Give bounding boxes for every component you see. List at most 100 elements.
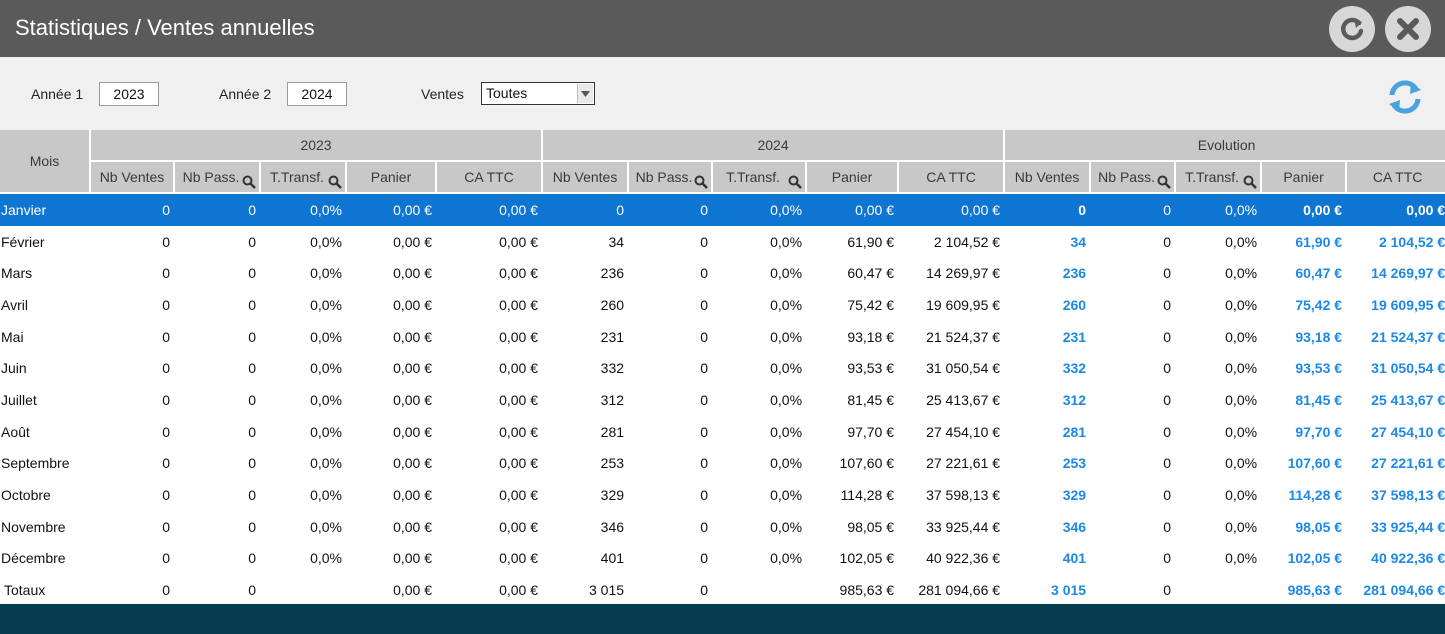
cell-annee1-0: 0 [162,391,170,408]
table-row[interactable]: Juin 0 0 0,0% 0,00 € 0,00 € 332 0 0,0% 93,53 € 31 … [0,352,1445,384]
cell-evolution-0: 34 [1070,233,1087,250]
reload-button[interactable] [1329,6,1375,52]
ventes-select-value: Toutes [486,85,528,101]
col-header-evolution-4[interactable]: CA TTC [1346,161,1445,194]
table-row[interactable]: Novembre 0 0 0,0% 0,00 € 0,00 € 346 0 0,0% 98,05 … [0,511,1445,543]
cell-annee2-4: 27 454,10 € [926,423,1001,440]
cell-annee2-4: 40 922,36 € [926,550,1001,567]
cell-annee1-4: 0,00 € [499,233,539,250]
cell-annee1-4: 0,00 € [499,582,539,599]
col-header-label: CA TTC [926,169,976,185]
table-row[interactable]: Décembre 0 0 0,0% 0,00 € 0,00 € 401 0 0,0% 102,05… [0,543,1445,575]
cell-evolution-4: 27 221,61 € [1371,455,1445,472]
cell-annee1-3: 0,00 € [393,296,432,313]
cell-annee1-4: 0,00 € [499,487,539,504]
cell-annee2-2: 0,0% [770,328,803,345]
col-header-evolution-0[interactable]: Nb Ventes [1004,161,1092,194]
cell-evolution-0: 260 [1062,296,1087,313]
col-header-annee2-3[interactable]: Panier [806,161,900,194]
cell-annee2-1: 0 [700,518,709,535]
cell-mois: Avril [1,296,28,313]
col-header-label: T.Transf. [726,169,780,185]
cell-evolution-1: 0 [1163,423,1172,440]
cell-annee2-3: 97,70 € [847,423,895,440]
col-header-evolution-1[interactable]: Nb Pass. [1090,161,1177,194]
magnifier-icon[interactable] [1243,175,1257,189]
cell-annee2-0: 253 [600,455,625,472]
col-header-annee1-1[interactable]: Nb Pass. [174,161,261,194]
cell-annee1-1: 0 [248,455,256,472]
annee1-input[interactable] [99,82,159,106]
col-header-label: T.Transf. [270,169,324,185]
totals-row[interactable]: Totaux 0 0 0,00 € 0,00 € 3 015 0 985,63 € 281 09… [0,574,1445,606]
cell-evolution-1: 0 [1163,518,1172,535]
cell-annee2-1: 0 [700,328,709,345]
group-header-annee2: 2024 [542,130,1006,162]
close-button[interactable] [1385,6,1431,52]
cell-annee2-0: 231 [600,328,625,345]
cell-annee2-4: 281 094,66 € [918,582,1001,599]
cell-evolution-2: 0,0% [1225,328,1258,345]
cell-evolution-0: 281 [1062,423,1087,440]
cell-mois: Mars [1,265,33,282]
col-header-annee1-0[interactable]: Nb Ventes [90,161,175,194]
table-row[interactable]: Octobre 0 0 0,0% 0,00 € 0,00 € 329 0 0,0% 114,28 … [0,479,1445,511]
cell-evolution-1: 0 [1163,233,1172,250]
col-header-evolution-2[interactable]: T.Transf. [1175,161,1263,194]
annee2-input[interactable] [287,82,347,106]
annee2-label: Année 2 [219,86,272,102]
ventes-select[interactable]: Toutes [481,82,595,105]
cell-annee1-0: 0 [162,360,170,377]
cell-evolution-3: 102,05 € [1287,550,1343,567]
col-header-annee1-2[interactable]: T.Transf. [260,161,347,194]
refresh-icon[interactable] [1385,77,1425,117]
cell-annee2-3: 81,45 € [847,391,895,408]
cell-annee2-2: 0,0% [770,487,803,504]
table-row[interactable]: Mars 0 0 0,0% 0,00 € 0,00 € 236 0 0,0% 60,47 € 14 … [0,257,1445,289]
magnifier-icon[interactable] [328,175,342,189]
cell-annee1-3: 0,00 € [393,455,432,472]
col-header-annee1-3[interactable]: Panier [346,161,437,194]
table-row[interactable]: Septembre 0 0 0,0% 0,00 € 0,00 € 253 0 0,0% 107,6… [0,448,1445,480]
col-header-annee2-4[interactable]: CA TTC [898,161,1006,194]
footer-bar [0,604,1445,634]
cell-evolution-2: 0,0% [1225,360,1258,377]
cell-annee1-1: 0 [248,487,256,504]
table-row[interactable]: Mai 0 0 0,0% 0,00 € 0,00 € 231 0 0,0% 93,18 € 21 5… [0,321,1445,353]
cell-annee2-0: 0 [542,193,629,226]
col-header-annee1-4[interactable]: CA TTC [436,161,544,194]
cell-evolution-0: 329 [1062,487,1087,504]
cell-evolution-4: 19 609,95 € [1371,296,1445,313]
table-row[interactable]: Février 0 0 0,0% 0,00 € 0,00 € 34 0 0,0% 61,90 € 2… [0,226,1445,258]
cell-annee1-1: 0 [248,296,256,313]
cell-annee1-4: 0,00 € [499,360,539,377]
cell-evolution-3: 81,45 € [1295,391,1343,408]
mois-header[interactable]: Mois [0,130,91,194]
magnifier-icon[interactable] [788,175,802,189]
cell-annee2-4: 27 221,61 € [926,455,1001,472]
cell-evolution-2: 0,0% [1225,455,1258,472]
cell-annee1-4: 0,00 € [499,265,539,282]
cell-annee2-3: 985,63 € [839,582,895,599]
col-header-annee2-2[interactable]: T.Transf. [712,161,808,194]
table-row[interactable]: Juillet 0 0 0,0% 0,00 € 0,00 € 312 0 0,0% 81,45 €… [0,384,1445,416]
window-title: Statistiques / Ventes annuelles [15,15,315,40]
cell-annee1-1: 0 [248,550,256,567]
cell-evolution-0: 312 [1062,391,1087,408]
cell-evolution-1: 0 [1090,193,1176,226]
col-header-annee2-1[interactable]: Nb Pass. [628,161,714,194]
cell-annee1-0: 0 [162,423,170,440]
magnifier-icon[interactable] [242,175,256,189]
col-header-annee2-0[interactable]: Nb Ventes [542,161,630,194]
cell-annee1-0: 0 [162,582,170,599]
cell-annee1-3: 0,00 € [393,391,432,408]
cell-annee1-4: 0,00 € [499,518,539,535]
magnifier-icon[interactable] [1157,175,1171,189]
col-header-evolution-3[interactable]: Panier [1261,161,1348,194]
magnifier-icon[interactable] [694,175,708,189]
table-row[interactable]: Août 0 0 0,0% 0,00 € 0,00 € 281 0 0,0% 97,70 € 27 … [0,416,1445,448]
table-row[interactable]: Avril 0 0 0,0% 0,00 € 0,00 € 260 0 0,0% 75,42 € 19… [0,289,1445,321]
cell-evolution-4: 37 598,13 € [1371,487,1445,504]
table-row[interactable]: Janvier 0 0 0,0% 0,00 €0,00 €0 0 0,0% 0,00 €0,0… [0,193,1445,226]
cell-mois: Décembre [1,550,66,567]
